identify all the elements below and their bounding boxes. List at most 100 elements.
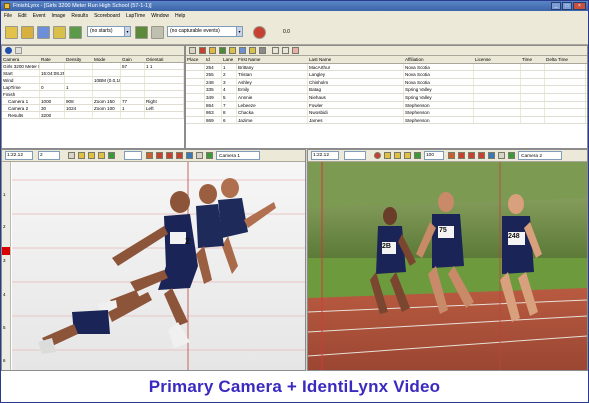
grid-icon[interactable] bbox=[189, 47, 196, 54]
print-icon[interactable] bbox=[196, 152, 203, 159]
flag-icon[interactable] bbox=[146, 152, 153, 159]
import-icon[interactable] bbox=[249, 47, 256, 54]
results-table-row[interactable]: 349 5 Annnie Niehaus Spring Valley bbox=[186, 93, 587, 102]
record-icon[interactable] bbox=[508, 152, 515, 159]
step-forward-icon[interactable] bbox=[404, 152, 411, 159]
column-header[interactable]: Rate bbox=[40, 56, 65, 62]
capture-icon[interactable] bbox=[5, 26, 18, 39]
camera2-time-field[interactable]: 1:22.12 bbox=[311, 151, 339, 160]
camera1-finish-image[interactable]: 2 bbox=[12, 162, 305, 370]
column-header[interactable]: First Name bbox=[237, 56, 308, 63]
event-table-row[interactable]: Wind 10BM (0.0,10.0) bbox=[2, 77, 184, 84]
results-table-row[interactable]: 254 1 Brittany MacArthur Nova Scotia bbox=[186, 63, 587, 72]
camera1-time-field[interactable]: 1:22.12 bbox=[5, 151, 33, 160]
print-icon[interactable] bbox=[498, 152, 505, 159]
camera-icon[interactable] bbox=[186, 152, 193, 159]
flag-icon[interactable] bbox=[135, 26, 148, 39]
starts-select[interactable]: (no starts) ▾ bbox=[87, 26, 131, 37]
menu-help[interactable]: Help bbox=[175, 13, 185, 19]
stop-icon[interactable] bbox=[253, 26, 266, 39]
results-table-row[interactable]: 863 8 Chacka Nwosbidi Stephenson bbox=[186, 109, 587, 117]
column-header[interactable]: Place bbox=[186, 56, 205, 63]
column-header[interactable]: Delta Time bbox=[545, 56, 586, 63]
event-table-row[interactable]: LapTime 0 1 bbox=[2, 84, 184, 91]
lane-icon[interactable] bbox=[468, 152, 475, 159]
print-icon[interactable] bbox=[239, 47, 246, 54]
event-table-row[interactable]: Camera 2 30 1024 Zoom 100 1 Left bbox=[2, 105, 184, 112]
column-header[interactable]: License bbox=[474, 56, 521, 63]
camera1-zoom-select[interactable] bbox=[124, 151, 142, 160]
hide-icon[interactable] bbox=[458, 152, 465, 159]
remove-icon[interactable] bbox=[292, 47, 299, 54]
camera2-selector[interactable]: Camera 2 bbox=[518, 151, 562, 160]
play-icon[interactable] bbox=[394, 152, 401, 159]
minimize-button[interactable]: _ bbox=[551, 2, 561, 10]
menu-file[interactable]: File bbox=[4, 13, 12, 19]
step-back-icon[interactable] bbox=[384, 152, 391, 159]
results-table-row[interactable]: 255 2 Tristan Langley Nova Scotia bbox=[186, 71, 587, 79]
column-header[interactable]: Gain bbox=[121, 56, 145, 62]
camera2-video[interactable]: 2B 75 248 bbox=[308, 162, 587, 370]
delete-icon[interactable] bbox=[199, 47, 206, 54]
results-table-row[interactable]: 335 4 Emily Batag Spring Valley bbox=[186, 86, 587, 94]
add-row-icon[interactable] bbox=[272, 47, 279, 54]
camera1-selector[interactable]: Camera 1 bbox=[216, 151, 260, 160]
menu-laptime[interactable]: LapTime bbox=[126, 13, 145, 19]
events-select[interactable]: (no capturable events) ▾ bbox=[167, 26, 243, 37]
column-header[interactable]: Orientati bbox=[145, 56, 184, 62]
column-header[interactable]: Id bbox=[205, 56, 222, 63]
column-header[interactable]: Lane bbox=[222, 56, 237, 63]
event-table-row[interactable]: Finish bbox=[2, 91, 184, 98]
column-header[interactable]: Last Name bbox=[308, 56, 404, 63]
event-table-row[interactable]: Start 15:04:08.25 bbox=[2, 70, 184, 77]
step-forward-icon[interactable] bbox=[98, 152, 105, 159]
camera-icon[interactable] bbox=[259, 47, 266, 54]
target-icon[interactable] bbox=[478, 152, 485, 159]
open-folder-icon[interactable] bbox=[21, 26, 34, 39]
results-table-row[interactable]: 248 3 Ashley Chisholm Nova Scotia bbox=[186, 78, 587, 87]
flag-icon[interactable] bbox=[448, 152, 455, 159]
target-icon[interactable] bbox=[176, 152, 183, 159]
zoom-icon[interactable] bbox=[414, 152, 421, 159]
folder-icon[interactable] bbox=[229, 47, 236, 54]
insert-icon[interactable] bbox=[282, 47, 289, 54]
menu-window[interactable]: Window bbox=[151, 13, 169, 19]
results-table-row[interactable]: 864 7 Lebeeze Fowler Stephenson bbox=[186, 101, 587, 110]
column-header[interactable]: Camera bbox=[2, 56, 40, 62]
hide-icon[interactable] bbox=[156, 152, 163, 159]
menu-scoreboard[interactable]: Scoreboard bbox=[94, 13, 120, 19]
run-icon[interactable] bbox=[69, 26, 82, 39]
new-event-icon[interactable] bbox=[53, 26, 66, 39]
camera2-frame-field[interactable] bbox=[344, 151, 366, 160]
column-header[interactable]: Mode bbox=[93, 56, 121, 62]
play-icon[interactable] bbox=[88, 152, 95, 159]
menu-event[interactable]: Event bbox=[33, 13, 46, 19]
export-icon[interactable] bbox=[219, 47, 226, 54]
results-table-row[interactable]: 869 6 Jazime James Stephenson bbox=[186, 116, 587, 125]
menu-edit[interactable]: Edit bbox=[18, 13, 27, 19]
close-button[interactable]: × bbox=[573, 2, 586, 10]
record-icon[interactable] bbox=[206, 152, 213, 159]
grid-icon[interactable] bbox=[68, 152, 75, 159]
camera1-frame-field[interactable]: 2 bbox=[38, 151, 60, 160]
camera-icon[interactable] bbox=[488, 152, 495, 159]
column-header[interactable]: Time bbox=[521, 56, 545, 63]
save-icon[interactable] bbox=[37, 26, 50, 39]
menu-image[interactable]: Image bbox=[51, 13, 65, 19]
camera2-zoom-field[interactable]: 100 bbox=[424, 151, 444, 160]
zoom-icon[interactable] bbox=[108, 152, 115, 159]
info-icon[interactable] bbox=[5, 47, 12, 54]
event-table-row[interactable]: Results 3200 bbox=[2, 112, 184, 119]
arrow-icon[interactable] bbox=[151, 26, 164, 39]
maximize-button[interactable]: □ bbox=[562, 2, 572, 10]
event-table-row[interactable]: Girls 3200 Meter Run High School 571 1 bbox=[2, 63, 184, 70]
event-table-row[interactable]: Camera 1 1000 908 Zoom 150 77 Right bbox=[2, 98, 184, 105]
step-back-icon[interactable] bbox=[78, 152, 85, 159]
column-header[interactable]: Density bbox=[65, 56, 93, 62]
menu-results[interactable]: Results bbox=[71, 13, 88, 19]
column-header[interactable]: Affiliation bbox=[404, 56, 474, 63]
lane-icon[interactable] bbox=[166, 152, 173, 159]
edit-icon[interactable] bbox=[209, 47, 216, 54]
stop-icon[interactable] bbox=[374, 152, 381, 159]
settings-icon[interactable] bbox=[15, 47, 22, 54]
